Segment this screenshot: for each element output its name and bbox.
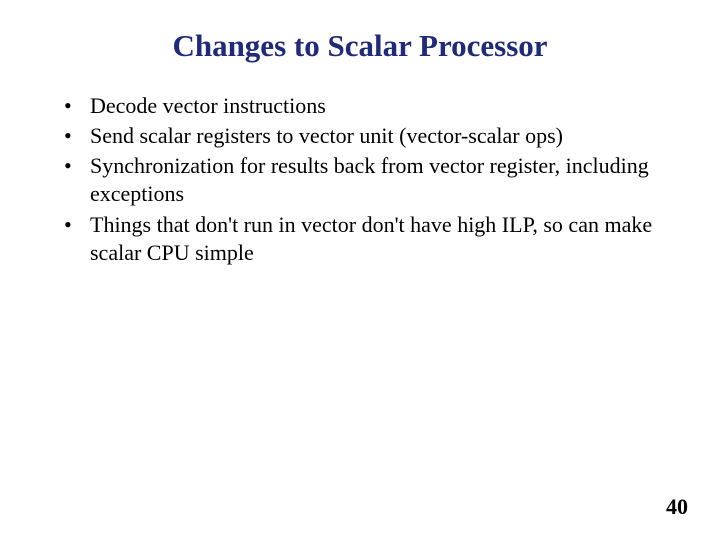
bullet-list: Decode vector instructions Send scalar r… <box>50 92 670 267</box>
list-item: Things that don't run in vector don't ha… <box>64 211 670 267</box>
page-title: Changes to Scalar Processor <box>50 28 670 64</box>
slide: Changes to Scalar Processor Decode vecto… <box>0 0 720 540</box>
page-number: 40 <box>666 494 688 520</box>
list-item: Send scalar registers to vector unit (ve… <box>64 122 670 150</box>
list-item: Decode vector instructions <box>64 92 670 120</box>
list-item: Synchronization for results back from ve… <box>64 152 670 208</box>
